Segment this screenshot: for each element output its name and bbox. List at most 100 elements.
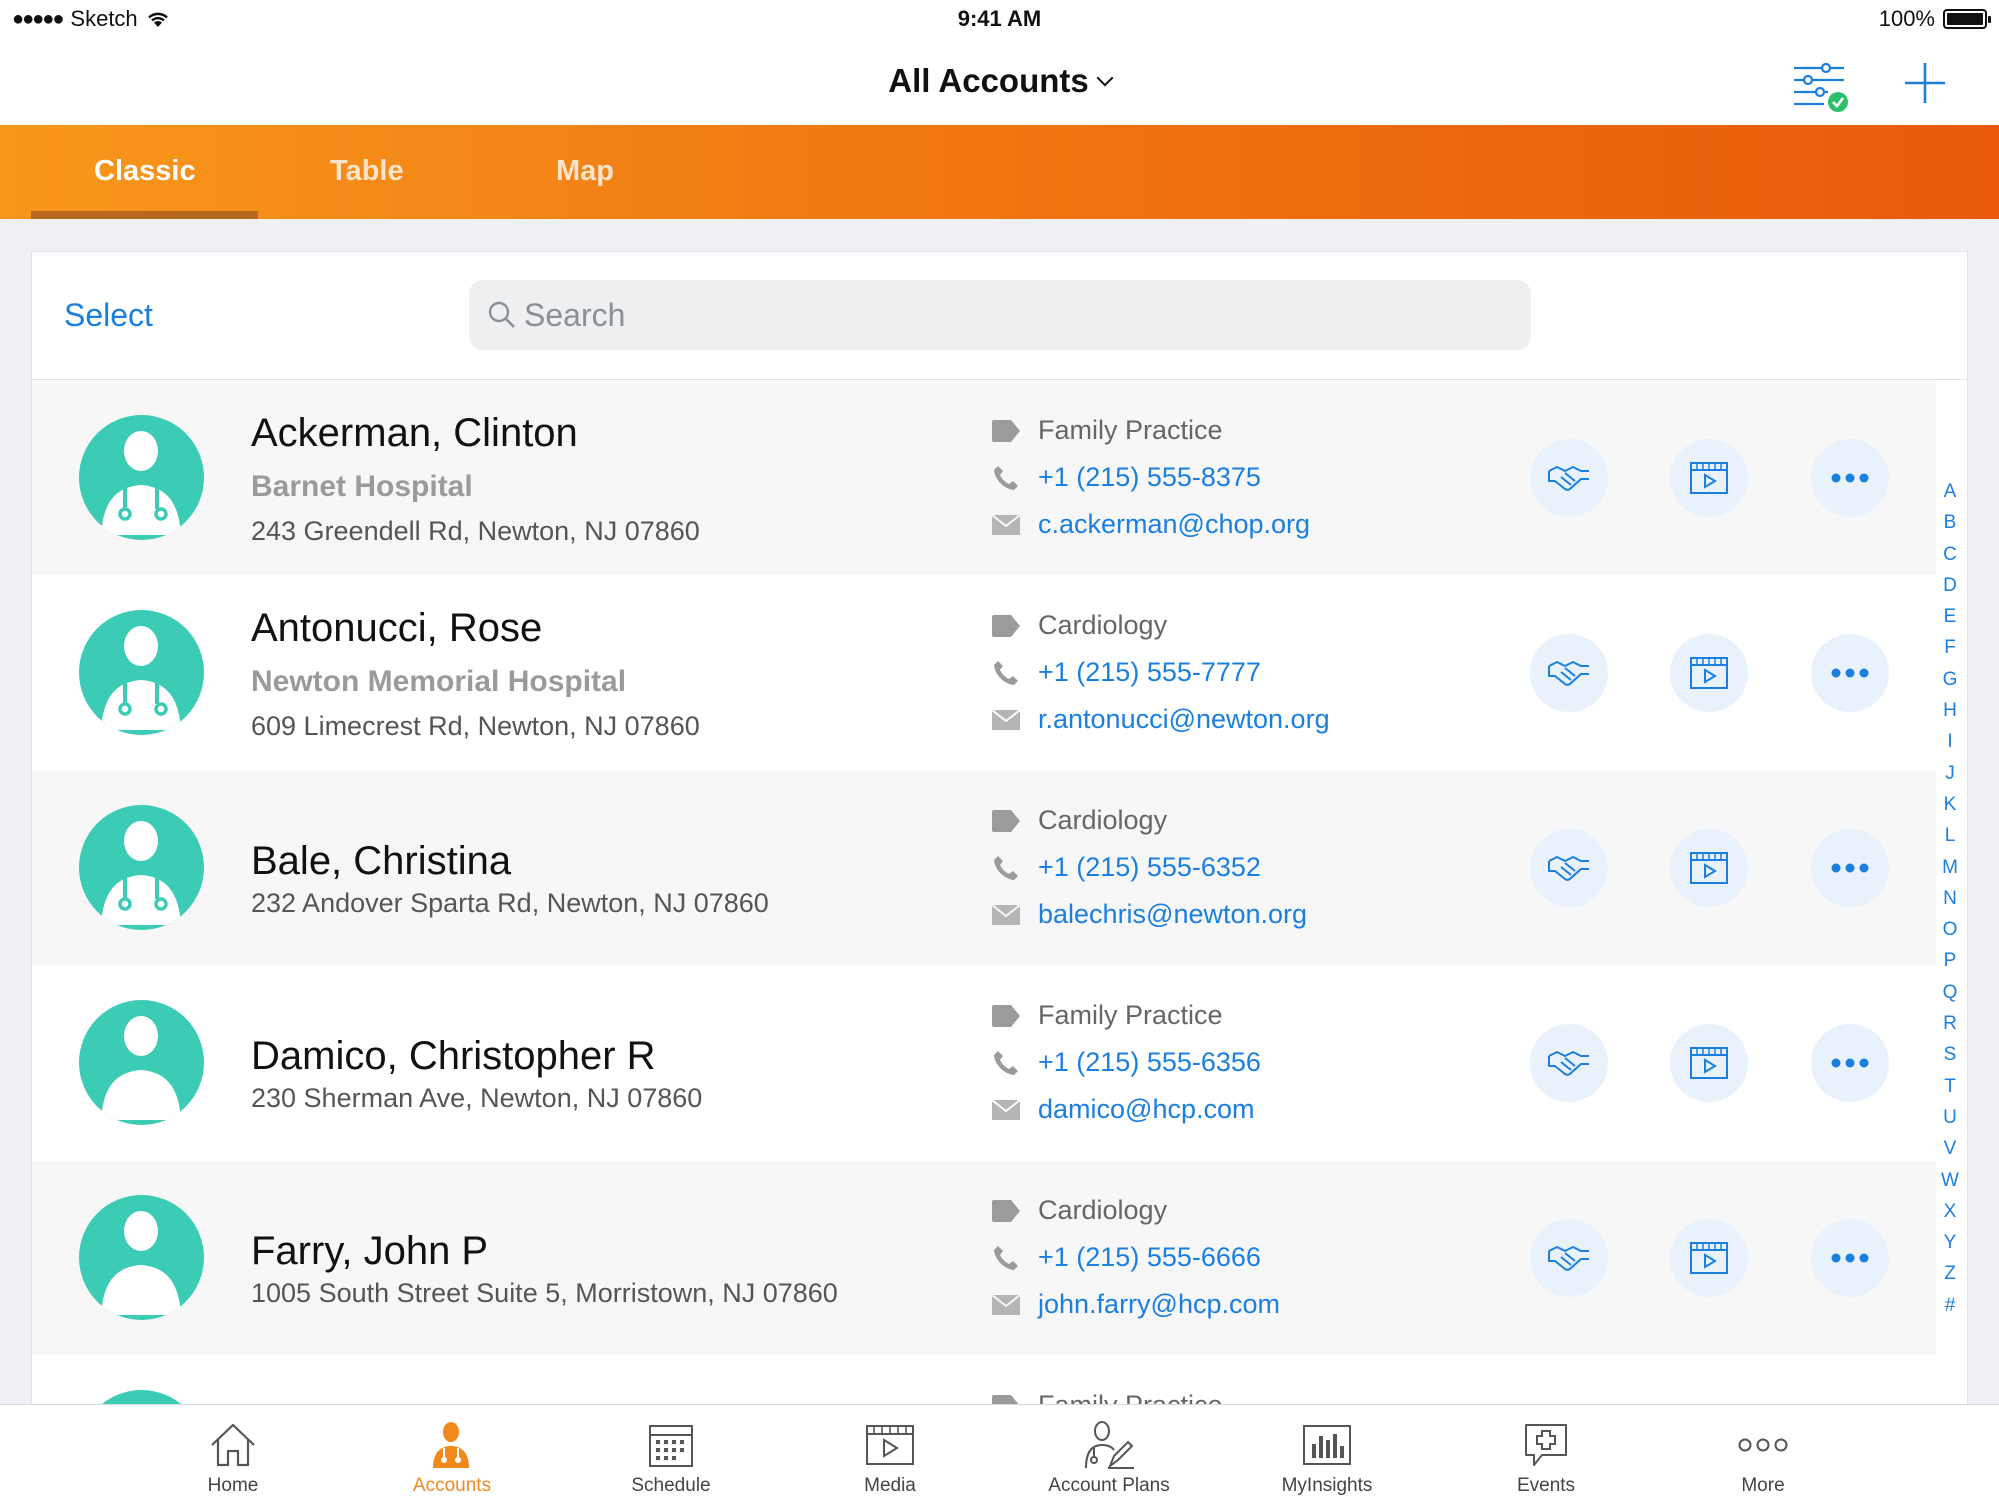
list-item[interactable]: Ackerman, Clinton Barnet Hospital 243 Gr… bbox=[32, 381, 1936, 576]
index-letter[interactable]: P bbox=[1938, 950, 1962, 981]
email-line[interactable]: john.farry@hcp.com bbox=[990, 1289, 1280, 1320]
email-line[interactable]: r.antonucci@newton.org bbox=[990, 704, 1330, 735]
index-letter[interactable]: G bbox=[1938, 669, 1962, 700]
tag-icon bbox=[990, 1003, 1022, 1029]
phone-icon bbox=[990, 855, 1022, 881]
alphabet-index[interactable]: A B C D E F G H I J K L M N O P Q R S T … bbox=[1938, 481, 1962, 1326]
tab-classic[interactable]: Classic bbox=[94, 155, 196, 188]
filter-settings-icon[interactable] bbox=[1790, 58, 1850, 114]
index-letter[interactable]: K bbox=[1938, 794, 1962, 825]
add-icon[interactable] bbox=[1900, 58, 1950, 108]
list-item[interactable]: Antonucci, Rose Newton Memorial Hospital… bbox=[32, 576, 1936, 771]
index-letter[interactable]: T bbox=[1938, 1076, 1962, 1107]
index-letter[interactable]: A bbox=[1938, 481, 1962, 512]
index-letter[interactable]: H bbox=[1938, 700, 1962, 731]
search-input[interactable] bbox=[524, 280, 1514, 350]
tab-table[interactable]: Table bbox=[330, 155, 404, 188]
account-name: Damico, Christopher R bbox=[251, 1034, 656, 1078]
tab-more[interactable]: More bbox=[1673, 1419, 1853, 1497]
specialty-text: Cardiology bbox=[1038, 805, 1168, 835]
tab-schedule[interactable]: Schedule bbox=[581, 1419, 761, 1497]
accounts-icon bbox=[433, 1422, 469, 1468]
more-actions-button[interactable] bbox=[1811, 1219, 1889, 1297]
account-name: Farry, John P bbox=[251, 1229, 489, 1273]
phone-icon bbox=[990, 1245, 1022, 1271]
media-button[interactable] bbox=[1670, 634, 1748, 712]
index-letter[interactable]: Z bbox=[1938, 1263, 1962, 1294]
list-item[interactable]: Damico, Christopher R 230 Sherman Ave, N… bbox=[32, 966, 1936, 1161]
status-time: 9:41 AM bbox=[957, 6, 1042, 31]
index-letter[interactable]: S bbox=[1938, 1044, 1962, 1075]
index-letter[interactable]: X bbox=[1938, 1201, 1962, 1232]
index-letter[interactable]: # bbox=[1938, 1295, 1962, 1326]
phone-line[interactable]: +1 (215) 555-6352 bbox=[990, 852, 1261, 883]
index-letter[interactable]: O bbox=[1938, 919, 1962, 950]
media-button[interactable] bbox=[1670, 1024, 1748, 1102]
mail-icon bbox=[990, 902, 1022, 928]
tab-home[interactable]: Home bbox=[143, 1419, 323, 1497]
mail-icon bbox=[990, 1292, 1022, 1318]
account-address: 243 Greendell Rd, Newton, NJ 07860 bbox=[251, 516, 700, 546]
handshake-button[interactable] bbox=[1530, 634, 1608, 712]
specialty-text: Cardiology bbox=[1038, 610, 1168, 640]
index-letter[interactable]: F bbox=[1938, 637, 1962, 668]
index-letter[interactable]: M bbox=[1938, 857, 1962, 888]
phone-line[interactable]: +1 (215) 555-7777 bbox=[990, 657, 1261, 688]
media-button[interactable] bbox=[1670, 829, 1748, 907]
account-address: 1005 South Street Suite 5, Morristown, N… bbox=[251, 1278, 838, 1308]
media-button[interactable] bbox=[1670, 439, 1748, 517]
index-letter[interactable]: E bbox=[1938, 606, 1962, 637]
index-letter[interactable]: Y bbox=[1938, 1232, 1962, 1263]
email-line[interactable]: damico@hcp.com bbox=[990, 1094, 1255, 1125]
index-letter[interactable]: J bbox=[1938, 763, 1962, 794]
bottom-tab-bar: Home Accounts Schedule Media Account Pla… bbox=[0, 1404, 1999, 1500]
media-button[interactable] bbox=[1670, 1219, 1748, 1297]
tab-label: Accounts bbox=[412, 1475, 492, 1496]
handshake-button[interactable] bbox=[1530, 1024, 1608, 1102]
index-letter[interactable]: C bbox=[1938, 544, 1962, 575]
handshake-button[interactable] bbox=[1530, 1219, 1608, 1297]
doctor-avatar-icon bbox=[79, 805, 204, 930]
list-item[interactable]: Family Practice bbox=[32, 1356, 1936, 1411]
more-dots-icon bbox=[1831, 473, 1869, 483]
more-actions-button[interactable] bbox=[1811, 439, 1889, 517]
handshake-button[interactable] bbox=[1530, 439, 1608, 517]
tab-events[interactable]: Events bbox=[1456, 1419, 1636, 1497]
index-letter[interactable]: D bbox=[1938, 575, 1962, 606]
handshake-button[interactable] bbox=[1530, 829, 1608, 907]
mail-icon bbox=[990, 707, 1022, 733]
index-letter[interactable]: N bbox=[1938, 888, 1962, 919]
index-letter[interactable]: U bbox=[1938, 1107, 1962, 1138]
index-letter[interactable]: Q bbox=[1938, 982, 1962, 1013]
index-letter[interactable]: R bbox=[1938, 1013, 1962, 1044]
tab-account-plans[interactable]: Account Plans bbox=[1019, 1419, 1199, 1497]
index-letter[interactable]: B bbox=[1938, 512, 1962, 543]
email-text: r.antonucci@newton.org bbox=[1038, 704, 1330, 734]
account-name: Ackerman, Clinton bbox=[251, 411, 578, 455]
tab-label: MyInsights bbox=[1281, 1475, 1373, 1496]
phone-line[interactable]: +1 (215) 555-6356 bbox=[990, 1047, 1261, 1078]
tab-map[interactable]: Map bbox=[556, 155, 614, 188]
email-line[interactable]: c.ackerman@chop.org bbox=[990, 509, 1310, 540]
account-view-dropdown[interactable]: All Accounts bbox=[0, 62, 1999, 100]
list-item[interactable]: Farry, John P 1005 South Street Suite 5,… bbox=[32, 1161, 1936, 1356]
tab-media[interactable]: Media bbox=[800, 1419, 980, 1497]
email-line[interactable]: balechris@newton.org bbox=[990, 899, 1307, 930]
select-button[interactable]: Select bbox=[64, 297, 153, 334]
specialty-text: Cardiology bbox=[1038, 1195, 1168, 1225]
media-icon bbox=[866, 1425, 914, 1465]
more-actions-button[interactable] bbox=[1811, 1024, 1889, 1102]
index-letter[interactable]: W bbox=[1938, 1170, 1962, 1201]
phone-line[interactable]: +1 (215) 555-8375 bbox=[990, 462, 1261, 493]
index-letter[interactable]: L bbox=[1938, 825, 1962, 856]
list-item[interactable]: Bale, Christina 232 Andover Sparta Rd, N… bbox=[32, 771, 1936, 966]
tab-myinsights[interactable]: MyInsights bbox=[1237, 1419, 1417, 1497]
more-actions-button[interactable] bbox=[1811, 829, 1889, 907]
status-right: 100% bbox=[1879, 6, 1991, 32]
tab-accounts[interactable]: Accounts bbox=[362, 1419, 542, 1497]
index-letter[interactable]: V bbox=[1938, 1138, 1962, 1169]
more-actions-button[interactable] bbox=[1811, 634, 1889, 712]
email-text: damico@hcp.com bbox=[1038, 1094, 1255, 1124]
index-letter[interactable]: I bbox=[1938, 731, 1962, 762]
phone-line[interactable]: +1 (215) 555-6666 bbox=[990, 1242, 1261, 1273]
